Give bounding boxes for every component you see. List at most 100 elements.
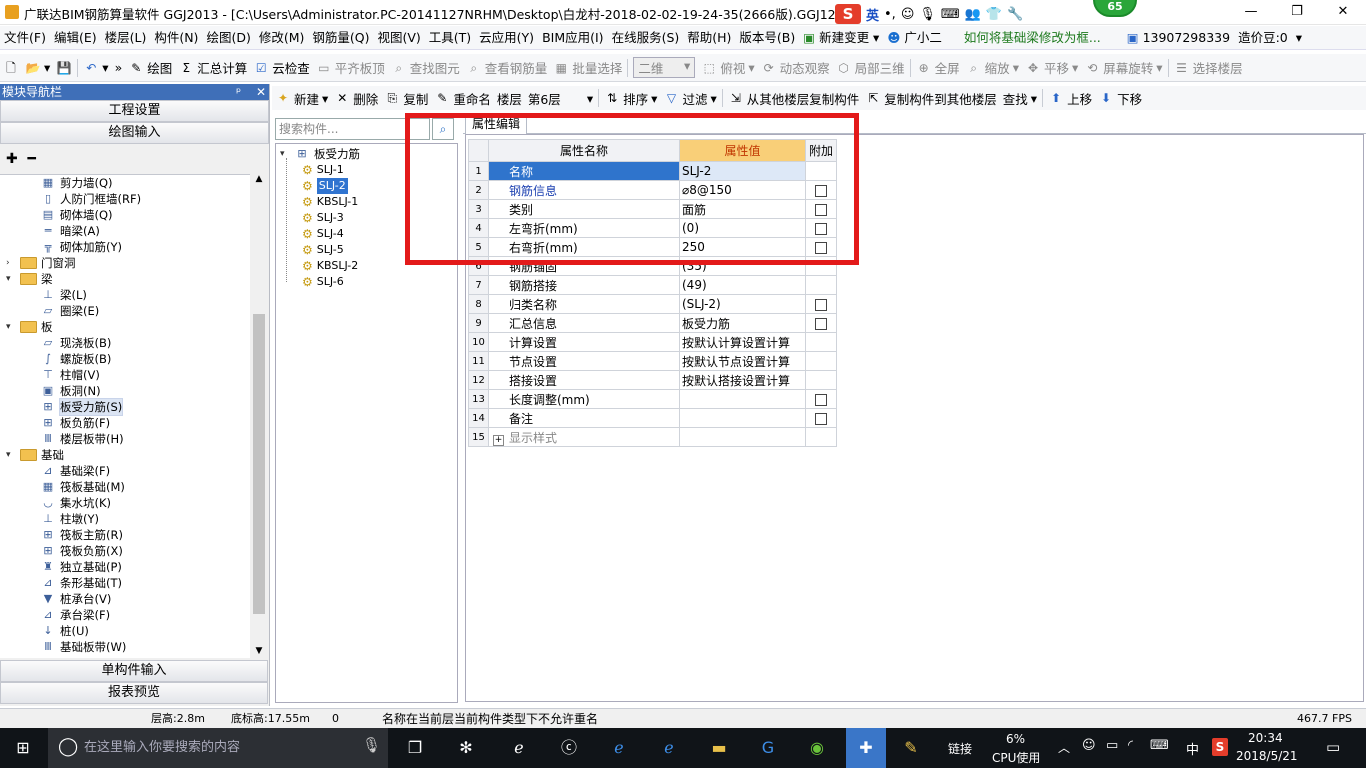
tree-item[interactable]: ∫ 螺旋板(B): [40, 351, 111, 367]
filter-button[interactable]: ▽ 过滤 ▾: [660, 84, 719, 112]
menu-view[interactable]: 视图(V): [373, 26, 424, 50]
collapse-icon[interactable]: ▾: [280, 146, 290, 162]
property-value[interactable]: 按默认计算设置计算: [679, 332, 806, 352]
restore-button[interactable]: ❐: [1274, 0, 1320, 25]
tree-item[interactable]: Ⅲ 基础板带(W): [40, 639, 126, 655]
view-rebar-button[interactable]: ⌕ 查看钢筋量: [463, 54, 551, 82]
task-view-icon[interactable]: ❐: [402, 736, 428, 760]
tree-item[interactable]: ▣ 板洞(N): [40, 383, 101, 399]
tree-item[interactable]: ⊥ 柱墩(Y): [40, 511, 99, 527]
punct-icon[interactable]: •,: [884, 7, 896, 22]
move-down-button[interactable]: ⬇ 下移: [1095, 84, 1145, 112]
rotate-button[interactable]: ⟲ 屏幕旋转 ▾: [1081, 54, 1165, 82]
keyboard-icon[interactable]: ⌨: [941, 7, 960, 22]
tree-item[interactable]: ◡ 集水坑(K): [40, 495, 111, 511]
pan-button[interactable]: ✥ 平移 ▾: [1022, 54, 1081, 82]
cloud-check-button[interactable]: ☑ 云检查: [250, 54, 313, 82]
tools-icon[interactable]: 🔧: [1007, 7, 1023, 22]
list-root[interactable]: ▾ ⊞ 板受力筋: [280, 146, 360, 162]
view-mode-select[interactable]: 二维 ▾: [630, 54, 698, 82]
menu-file[interactable]: 文件(F): [0, 26, 50, 50]
tree-item[interactable]: ↓ 桩(U): [40, 623, 89, 639]
move-up-button[interactable]: ⬆ 上移: [1045, 84, 1095, 112]
new-file-button[interactable]: 🗋: [0, 54, 22, 82]
menu-floor[interactable]: 楼层(L): [101, 26, 151, 50]
sum-calc-button[interactable]: Σ 汇总计算: [175, 54, 250, 82]
draw-button[interactable]: ✎ 绘图: [125, 54, 175, 82]
tree-folder[interactable]: ▾ 梁: [6, 271, 53, 287]
edge-icon[interactable]: ℯ: [606, 736, 632, 760]
report-preview-button[interactable]: 报表预览: [0, 682, 268, 704]
expand-down-icon[interactable]: ▾: [6, 447, 16, 463]
extra-checkbox[interactable]: [815, 298, 827, 311]
tree-item[interactable]: Ⅲ 楼层板带(H): [40, 431, 123, 447]
spiral-app-icon[interactable]: ⓒ: [556, 736, 582, 760]
sogou-tray-icon[interactable]: S: [1212, 738, 1228, 756]
tree-item[interactable]: ▦ 筏板基础(M): [40, 479, 125, 495]
property-row[interactable]: 9 汇总信息 板受力筋: [468, 313, 837, 333]
find-element-button[interactable]: ⌕ 查找图元: [388, 54, 463, 82]
floor-select[interactable]: 第6层 ▾: [525, 84, 596, 112]
expand-right-icon[interactable]: ›: [6, 255, 16, 271]
delete-button[interactable]: ✕ 删除: [331, 84, 381, 112]
extra-checkbox[interactable]: [815, 393, 827, 406]
undo-button[interactable]: ↶ ▾: [80, 54, 111, 82]
single-component-button[interactable]: 单构件输入: [0, 660, 268, 682]
tree-item[interactable]: ⊿ 承台梁(F): [40, 607, 110, 623]
tree-folder[interactable]: ▾ 基础: [6, 447, 64, 463]
menu-edit[interactable]: 编辑(E): [50, 26, 101, 50]
ie-icon[interactable]: ℯ: [506, 736, 532, 760]
property-row[interactable]: 12 搭接设置 按默认搭接设置计算: [468, 370, 837, 390]
zoom-button[interactable]: ⌕ 缩放 ▾: [963, 54, 1022, 82]
fullscreen-button[interactable]: ⊕ 全屏: [913, 54, 963, 82]
chevron-up-icon[interactable]: ︿: [1058, 739, 1070, 756]
list-item[interactable]: ⚙ SLJ-5: [302, 242, 344, 258]
tree-item[interactable]: ▦ 剪力墙(Q): [40, 175, 113, 191]
menu-online[interactable]: 在线服务(S): [608, 26, 684, 50]
project-settings-button[interactable]: 工程设置: [0, 100, 269, 122]
menu-assistant[interactable]: ☻ 广小二: [883, 26, 946, 50]
tree-item[interactable]: ⊤ 柱帽(V): [40, 367, 100, 383]
pin-icon[interactable]: ᵖ: [236, 84, 241, 100]
save-button[interactable]: 💾: [53, 54, 75, 82]
property-row[interactable]: 14 备注: [468, 408, 837, 428]
tree-folder[interactable]: › 门窗洞: [6, 255, 76, 271]
tree-item[interactable]: ⊞ 筏板主筋(R): [40, 527, 123, 543]
extra-checkbox[interactable]: [815, 317, 827, 330]
copy-from-floor-button[interactable]: ⇲ 从其他楼层复制构件: [725, 84, 863, 112]
tree-item[interactable]: ▱ 圈梁(E): [40, 303, 99, 319]
expand-down-icon[interactable]: ▾: [6, 319, 16, 335]
battery-icon[interactable]: ▭: [1106, 738, 1118, 753]
taskbar-link[interactable]: 链接: [948, 740, 972, 757]
menu-help[interactable]: 帮助(H): [683, 26, 735, 50]
property-row[interactable]: 7 钢筋搭接 (49): [468, 275, 837, 295]
tree-item[interactable]: ⊥ 梁(L): [40, 287, 87, 303]
glodon-g-icon[interactable]: G: [755, 736, 781, 760]
windows-start-icon[interactable]: ⊞: [10, 736, 36, 760]
copy-button[interactable]: ⎘ 复制: [381, 84, 431, 112]
menu-component[interactable]: 构件(N): [150, 26, 202, 50]
collapse-all-icon[interactable]: ━: [27, 151, 35, 167]
tree-item[interactable]: ⊿ 基础梁(F): [40, 463, 110, 479]
property-row[interactable]: 11 节点设置 按默认节点设置计算: [468, 351, 837, 371]
list-item[interactable]: ⚙ SLJ-1: [302, 162, 344, 178]
property-row[interactable]: 13 长度调整(mm): [468, 389, 837, 409]
property-value[interactable]: [679, 427, 806, 447]
mic-icon[interactable]: 🎙: [919, 7, 936, 22]
property-value[interactable]: 板受力筋: [679, 313, 806, 333]
menu-dropdown-icon[interactable]: ▾: [1292, 26, 1306, 50]
tree-scrollbar[interactable]: ▲ ▼: [250, 174, 268, 658]
property-value[interactable]: 按默认搭接设置计算: [679, 370, 806, 390]
list-item[interactable]: ⚙ KBSLJ-1: [302, 194, 358, 210]
sort-button[interactable]: ⇅ 排序 ▾: [601, 84, 660, 112]
rename-button[interactable]: ✎ 重命名: [431, 84, 494, 112]
wifi-icon[interactable]: ◜: [1128, 738, 1133, 753]
tree-item[interactable]: ♜ 独立基础(P): [40, 559, 122, 575]
cost-beans[interactable]: 造价豆:0: [1234, 26, 1292, 50]
property-row[interactable]: 10 计算设置 按默认计算设置计算: [468, 332, 837, 352]
taskbar-search[interactable]: 在这里输入你要搜索的内容: [48, 728, 388, 768]
expand-plus-icon[interactable]: +: [493, 434, 504, 446]
help-link[interactable]: 如何将基础梁修改为框...: [960, 26, 1105, 50]
scroll-down-icon[interactable]: ▼: [250, 646, 268, 656]
property-row[interactable]: 15 + 显示样式: [468, 427, 837, 447]
